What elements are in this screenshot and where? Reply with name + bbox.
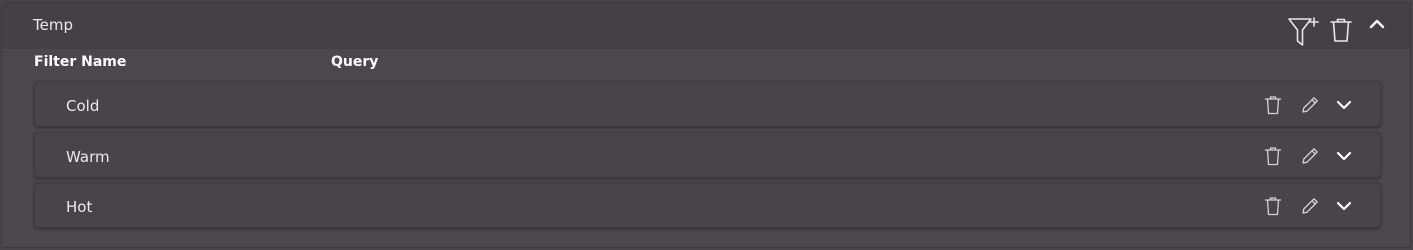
- panel-title: Temp: [33, 16, 73, 34]
- filter-row[interactable]: Cold: [34, 81, 1381, 127]
- filter-name: Hot: [66, 198, 93, 216]
- filter-name: Warm: [66, 148, 110, 166]
- panel-header: Temp: [2, 3, 1410, 49]
- chevron-down-icon[interactable]: [1335, 199, 1353, 213]
- trash-icon[interactable]: [1264, 95, 1282, 115]
- filter-group-panel: Temp Filter Name Query Cold Warm Hot: [1, 2, 1411, 248]
- chevron-down-icon[interactable]: [1335, 98, 1353, 112]
- filter-name: Cold: [66, 97, 100, 115]
- trash-icon[interactable]: [1329, 17, 1353, 43]
- trash-icon[interactable]: [1264, 146, 1282, 166]
- trash-icon[interactable]: [1264, 196, 1282, 216]
- add-filter-icon[interactable]: [1287, 16, 1321, 48]
- column-header-query: Query: [331, 54, 379, 70]
- filter-row[interactable]: Warm: [34, 132, 1381, 178]
- filter-row[interactable]: Hot: [34, 182, 1381, 228]
- chevron-down-icon[interactable]: [1335, 149, 1353, 163]
- pencil-icon[interactable]: [1300, 146, 1320, 166]
- column-header-filter-name: Filter Name: [34, 54, 127, 70]
- pencil-icon[interactable]: [1300, 196, 1320, 216]
- chevron-up-icon[interactable]: [1368, 17, 1386, 31]
- pencil-icon[interactable]: [1300, 95, 1320, 115]
